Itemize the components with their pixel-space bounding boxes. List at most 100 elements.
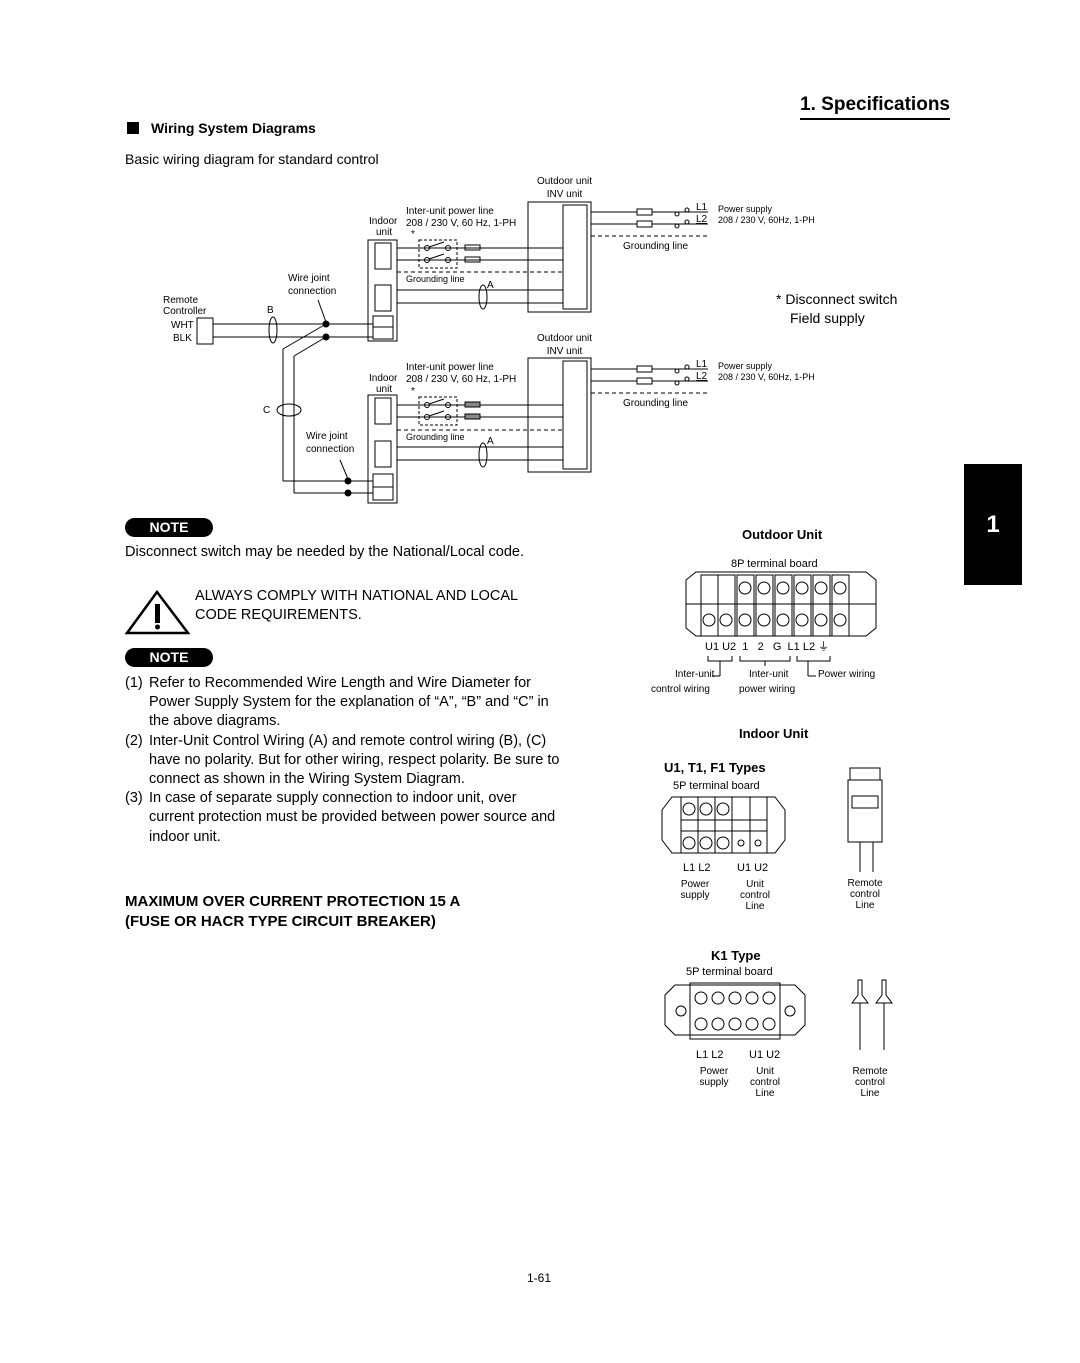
label-b: B xyxy=(267,305,274,316)
inv-unit-label-1: INV unit xyxy=(546,189,583,200)
asterisk-1: * xyxy=(411,229,415,240)
blk-label: BLK xyxy=(173,333,192,344)
label-l2-2: L2 xyxy=(696,371,708,382)
note-item: (3) In case of separate supply connectio… xyxy=(125,789,565,847)
outdoor-board-label: 8P terminal board xyxy=(731,558,818,570)
wht-label: WHT xyxy=(171,320,194,331)
chapter-tab: 1 xyxy=(964,464,1022,585)
group-power-2: power wiring xyxy=(739,684,796,695)
indoor-label-2: Indoor xyxy=(369,373,398,384)
inv-unit-label-2: INV unit xyxy=(546,346,583,357)
outdoor-unit-label-2: Outdoor unit xyxy=(536,333,593,344)
max-protection-line-2: (FUSE OR HACR TYPE CIRCUIT BREAKER) xyxy=(125,913,436,930)
k1-board-label: 5P terminal board xyxy=(686,966,773,978)
note-disconnect-text: Disconnect switch may be needed by the N… xyxy=(125,544,524,560)
u1-remote-control-label: Remote control Line xyxy=(840,878,890,911)
label-c: C xyxy=(263,405,271,416)
outdoor-unit-box-1 xyxy=(527,201,592,313)
group-supply: Power wiring xyxy=(818,669,876,680)
control-text: control xyxy=(854,1077,885,1088)
note-item-number: (1) xyxy=(125,675,143,691)
warning-line-2: CODE REQUIREMENTS. xyxy=(195,607,362,623)
k1-unit-control-label: Unit control Line xyxy=(740,1066,790,1099)
k1-labels-right: U1 U2 xyxy=(749,1049,781,1061)
inter-unit-power-line-label-1: Inter-unit power line xyxy=(406,206,494,217)
u1-labels-left: L1 L2 xyxy=(683,862,711,874)
power-text: Power xyxy=(680,879,710,890)
unit-label-1: unit xyxy=(376,227,393,238)
unit-text: Unit xyxy=(746,879,764,890)
group-power-1: Inter-unit xyxy=(749,669,789,680)
k1-remote-control-label: Remote control Line xyxy=(845,1066,895,1099)
control-text: control xyxy=(749,1077,780,1088)
outdoor-unit-title: Outdoor Unit xyxy=(742,527,823,542)
warning-text: ALWAYS COMPLY WITH NATIONAL AND LOCAL CO… xyxy=(195,587,518,625)
line-text: Line xyxy=(755,1088,775,1099)
supply-text: supply xyxy=(699,1077,729,1088)
remote-text: Remote xyxy=(847,878,883,889)
u1-labels-right: U1 U2 xyxy=(737,862,769,874)
control-text: control xyxy=(739,890,770,901)
wire-joint-dot xyxy=(322,333,330,341)
max-protection-line-1: MAXIMUM OVER CURRENT PROTECTION 15 A xyxy=(125,893,461,910)
disconnect-switch-note: * Disconnect switch Field supply xyxy=(776,290,897,328)
group-control-1: Inter-unit xyxy=(675,669,715,680)
label-l1-1: L1 xyxy=(696,202,708,213)
k1-type-title: K1 Type xyxy=(711,948,761,963)
max-protection-heading: MAXIMUM OVER CURRENT PROTECTION 15 A (FU… xyxy=(125,892,460,932)
page-number: 1-61 xyxy=(527,1271,552,1285)
disconnect-line-2: Field supply xyxy=(790,310,865,326)
u1-board-label: 5P terminal board xyxy=(673,780,760,792)
grounding-line-right-1: Grounding line xyxy=(623,241,689,252)
note-item: (2) Inter-Unit Control Wiring (A) and re… xyxy=(125,732,565,790)
inter-unit-voltage-label-1: 208 / 230 V, 60 Hz, 1-PH xyxy=(406,218,517,229)
inter-unit-power-line-label-2: Inter-unit power line xyxy=(406,362,494,373)
label-a-1: A xyxy=(487,280,494,291)
wire-joint-dot xyxy=(344,489,352,497)
label-a-2: A xyxy=(487,436,494,447)
power-supply-voltage-1: 208 / 230 V, 60Hz, 1-PH xyxy=(718,215,815,225)
k1-labels-left: L1 L2 xyxy=(696,1049,724,1061)
line-text: Line xyxy=(745,901,765,912)
wire-joint-label-2a: Wire joint xyxy=(306,431,348,442)
outdoor-unit-label-1: Outdoor unit xyxy=(536,176,593,187)
grounding-line-label-1: Grounding line xyxy=(406,274,465,284)
asterisk-2: * xyxy=(411,386,415,397)
remote-label: Remote xyxy=(163,295,199,306)
unit-label-2: unit xyxy=(376,384,393,395)
disconnect-line-1: * Disconnect switch xyxy=(776,291,898,307)
wire-joint-dot xyxy=(322,320,330,328)
power-supply-label-1: Power supply xyxy=(718,204,773,214)
grounding-line-label-2: Grounding line xyxy=(406,432,465,442)
remote-text: Remote xyxy=(852,1066,888,1077)
note-badge-1: NOTE xyxy=(125,518,213,537)
k1-5p-board-drawing xyxy=(664,979,893,1050)
group-control-2: control wiring xyxy=(651,684,710,695)
wire-joint-label-1b: connection xyxy=(288,286,337,297)
warning-line-1: ALWAYS COMPLY WITH NATIONAL AND LOCAL xyxy=(195,588,519,604)
note-item: (1) Refer to Recommended Wire Length and… xyxy=(125,674,565,732)
note-item-text: Refer to Recommended Wire Length and Wir… xyxy=(149,675,549,730)
outdoor-unit-box-2 xyxy=(527,357,592,473)
outdoor-8p-board-drawing xyxy=(685,571,877,677)
ground-icon: ⏚ xyxy=(818,641,830,653)
outdoor-terminal-labels: U1 U2 1 2 G L1 L2 ⏚ xyxy=(705,640,829,654)
note-item-number: (2) xyxy=(125,732,143,749)
controller-label: Controller xyxy=(163,306,207,317)
terminal-labels-text: U1 U2 1 2 G L1 L2 xyxy=(705,641,816,653)
label-l2-1: L2 xyxy=(696,214,708,225)
note-item-text: In case of separate supply connection to… xyxy=(149,790,556,845)
power-text: Power xyxy=(699,1066,729,1077)
label-l1-2: L1 xyxy=(696,359,708,370)
wire-joint-label-2b: connection xyxy=(306,444,355,455)
u1-unit-control-label: Unit control Line xyxy=(730,879,780,912)
indoor-unit-title: Indoor Unit xyxy=(739,726,809,741)
unit-text: Unit xyxy=(756,1066,774,1077)
u1-types-title: U1, T1, F1 Types xyxy=(664,760,766,775)
note-badge-2: NOTE xyxy=(125,648,213,667)
control-text: control xyxy=(849,889,880,900)
indoor-label-1: Indoor xyxy=(369,216,398,227)
k1-power-supply-label: Power supply xyxy=(689,1066,739,1088)
wire-joint-dot xyxy=(344,477,352,485)
power-supply-voltage-2: 208 / 230 V, 60Hz, 1-PH xyxy=(718,372,815,382)
